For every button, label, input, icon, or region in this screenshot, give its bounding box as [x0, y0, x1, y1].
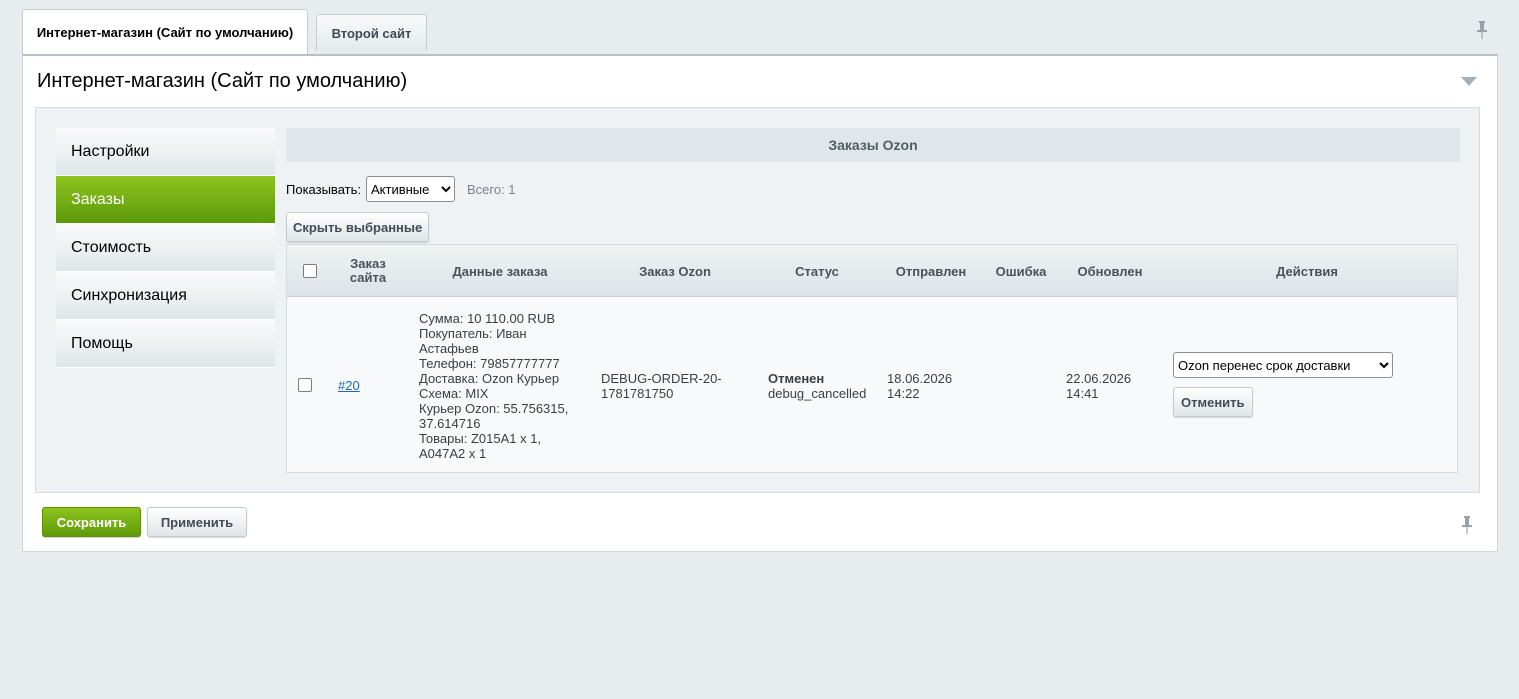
updated-time: 14:41: [1066, 386, 1099, 401]
menu-item-cost[interactable]: Стоимость: [56, 224, 275, 272]
sent-time: 14:22: [887, 386, 920, 401]
menu-item-help[interactable]: Помощь: [56, 320, 275, 368]
orders-content: Заказы Ozon Показывать: Активные Всего: …: [286, 128, 1460, 473]
tab-default-site[interactable]: Интернет-магазин (Сайт по умолчанию): [22, 9, 308, 55]
updated-cell: 22.06.2026 14:41: [1066, 371, 1156, 401]
apply-button[interactable]: Применить: [147, 507, 247, 537]
pin-icon[interactable]: [1461, 516, 1473, 534]
site-order-link[interactable]: #20: [338, 378, 360, 393]
col-updated[interactable]: Обновлен: [1065, 264, 1155, 279]
actions-cell: Ozon перенес срок доставки Отменить: [1173, 352, 1393, 417]
status-cell: Отменен debug_cancelled: [768, 371, 878, 401]
order-data-cell: Сумма: 10 110.00 RUB Покупатель: Иван Ас…: [419, 311, 589, 461]
status-text: Отменен: [768, 371, 825, 386]
menu-item-orders[interactable]: Заказы: [56, 176, 275, 224]
order-goods-cont: A047A2 x 1: [419, 446, 487, 461]
select-all-checkbox[interactable]: [303, 264, 317, 278]
tab-second-site[interactable]: Второй сайт: [316, 14, 427, 51]
cancel-order-button[interactable]: Отменить: [1173, 387, 1253, 417]
save-button[interactable]: Сохранить: [42, 507, 141, 537]
action-select[interactable]: Ozon перенес срок доставки: [1173, 352, 1393, 378]
menu-item-sync[interactable]: Синхронизация: [56, 272, 275, 320]
status-code: debug_cancelled: [768, 386, 867, 401]
orders-grid: Заказ сайта Данные заказа Заказ Ozon Ста…: [286, 244, 1458, 473]
updated-date: 22.06.2026: [1066, 371, 1132, 386]
order-delivery: Доставка: Ozon Курьер: [419, 371, 560, 386]
total-count: Всего: 1: [466, 181, 516, 197]
ozon-order-id-cont: 1781781750: [601, 386, 674, 401]
order-buyer: Покупатель: Иван: [419, 326, 527, 341]
col-sent[interactable]: Отправлен: [885, 264, 977, 279]
col-actions[interactable]: Действия: [1207, 264, 1407, 279]
ozon-order-id: DEBUG-ORDER-20-: [601, 371, 722, 386]
grid-header: Заказ сайта Данные заказа Заказ Ozon Ста…: [287, 245, 1457, 297]
ozon-order-cell: DEBUG-ORDER-20- 1781781750: [601, 371, 741, 401]
order-courier-cont: 37.614716: [419, 416, 481, 431]
filter-row: Показывать: Активные Всего: 1: [286, 176, 1460, 202]
content-area: Настройки Заказы Стоимость Синхронизация…: [35, 107, 1480, 493]
menu-item-settings[interactable]: Настройки: [56, 128, 275, 176]
col-error[interactable]: Ошибка: [987, 264, 1055, 279]
order-buyer-cont: Астафьев: [419, 341, 479, 356]
table-row: #20 Сумма: 10 110.00 RUB Покупатель: Ива…: [287, 297, 1457, 472]
settings-panel: Интернет-магазин (Сайт по умолчанию) Нас…: [22, 54, 1498, 552]
order-courier: Курьер Ozon: 55.756315,: [419, 401, 569, 416]
pin-icon[interactable]: [1476, 21, 1488, 39]
collapse-icon[interactable]: [1461, 77, 1477, 86]
filter-select[interactable]: Активные: [365, 176, 455, 202]
order-sum: Сумма: 10 110.00 RUB: [419, 311, 555, 326]
col-site-order[interactable]: Заказ сайта: [337, 257, 399, 285]
hide-selected-button[interactable]: Скрыть выбранные: [286, 212, 430, 242]
order-goods: Товары: Z015A1 x 1,: [419, 431, 542, 446]
col-ozon-order[interactable]: Заказ Ozon: [607, 264, 743, 279]
sent-date: 18.06.2026: [887, 371, 953, 386]
side-menu: Настройки Заказы Стоимость Синхронизация…: [56, 128, 275, 368]
col-status[interactable]: Статус: [777, 264, 857, 279]
col-order-data[interactable]: Данные заказа: [437, 264, 563, 279]
row-checkbox[interactable]: [298, 378, 312, 392]
order-phone: Телефон: 79857777777: [419, 356, 560, 371]
grid-title: Заказы Ozon: [286, 128, 1460, 162]
panel-title: Интернет-магазин (Сайт по умолчанию): [37, 70, 408, 92]
site-tabs: Интернет-магазин (Сайт по умолчанию) Вто…: [22, 9, 1498, 55]
filter-label: Показывать:: [286, 181, 361, 197]
sent-cell: 18.06.2026 14:22: [887, 371, 977, 401]
order-scheme: Схема: MIX: [419, 386, 489, 401]
